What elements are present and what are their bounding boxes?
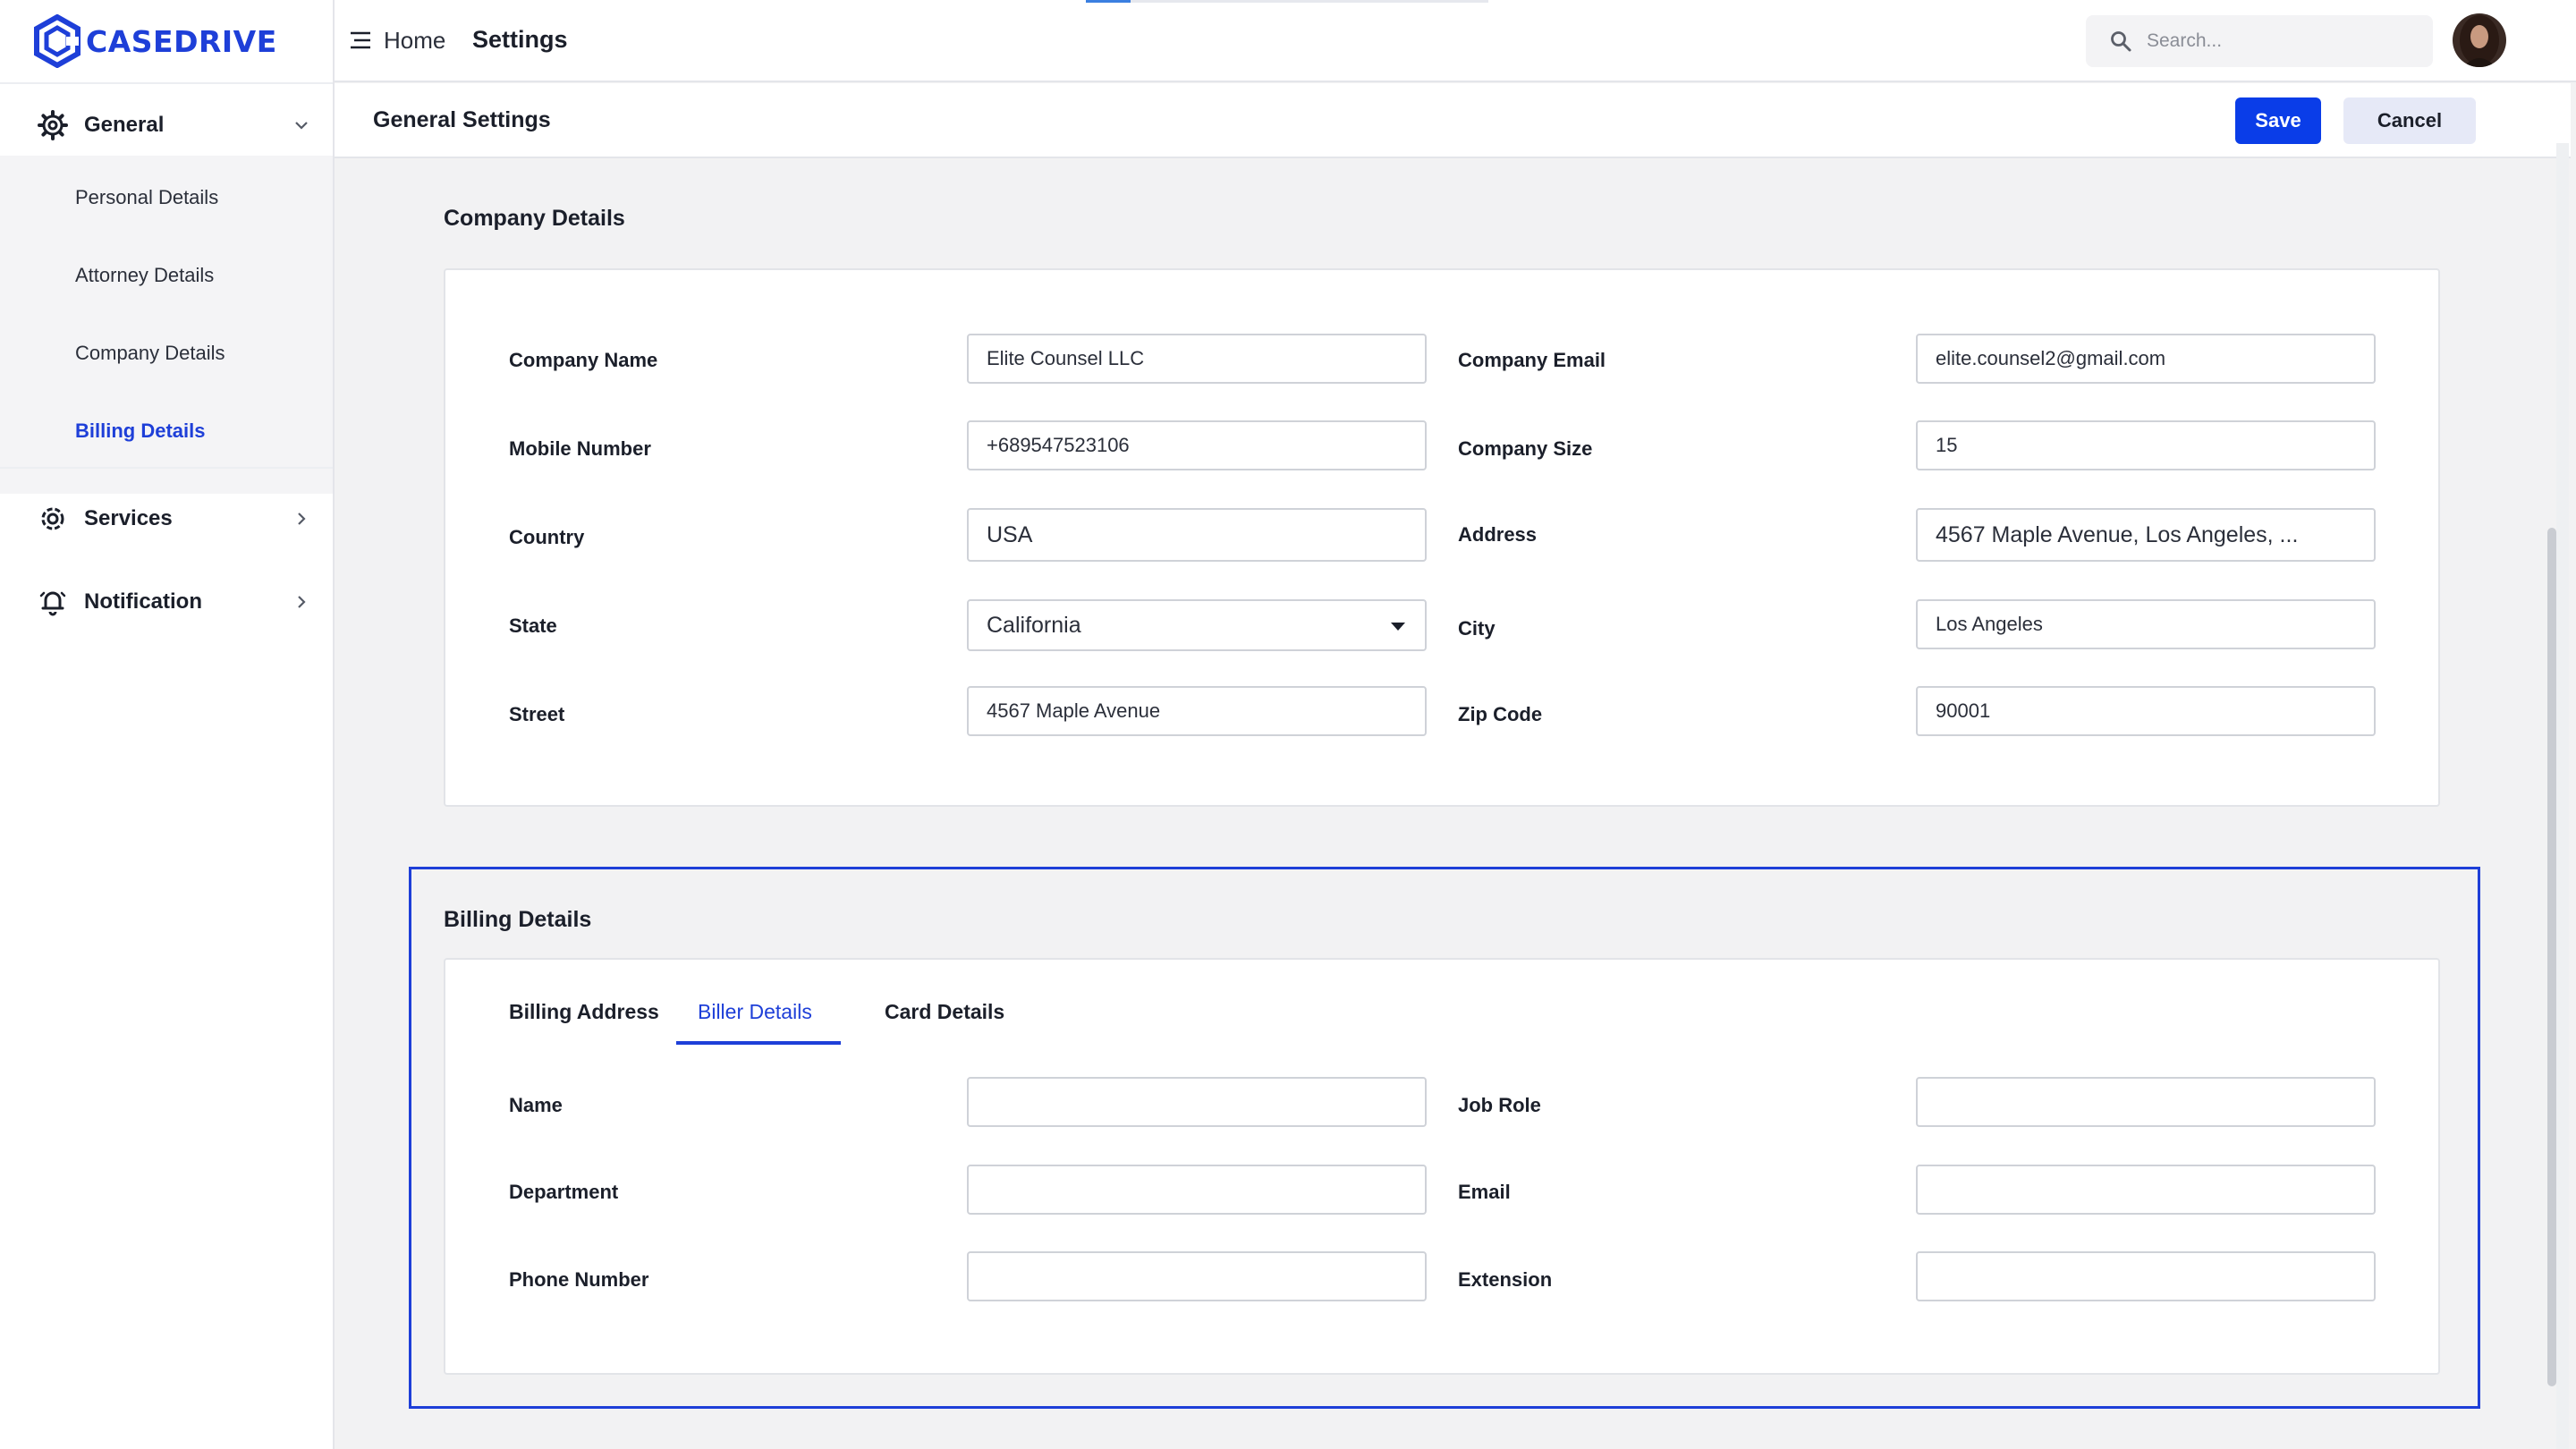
street-input[interactable] [967,686,1427,736]
sidebar-item-company-details[interactable]: Company Details [75,342,225,365]
tab-card-details[interactable]: Card Details [885,1000,1004,1024]
sidebar-section-label: Services [84,506,173,530]
phone-number-input[interactable] [967,1251,1427,1301]
chevron-down-icon[interactable] [292,115,311,135]
state-label: State [509,614,557,637]
country-label: Country [509,526,585,548]
company-details-title: Company Details [444,206,625,231]
caret-down-icon [1391,623,1405,631]
extension-label: Extension [1458,1268,1553,1291]
sidebar-item-attorney-details[interactable]: Attorney Details [75,264,214,287]
phone-number-label: Phone Number [509,1268,649,1291]
page-title: General Settings [373,107,551,132]
sidebar-section-label: General [84,113,165,137]
company-size-label: Company Size [1458,437,1593,460]
brand-name: CASEDRIVE [86,23,277,59]
chevron-right-icon[interactable] [292,509,311,529]
mobile-number-input[interactable] [967,420,1427,470]
breadcrumb-current: Settings [472,26,568,53]
zip-code-label: Zip Code [1458,703,1543,725]
company-email-input[interactable] [1916,334,2376,384]
chevron-right-icon[interactable] [292,592,311,612]
job-role-label: Job Role [1458,1094,1541,1116]
gear-icon [38,110,68,140]
address-input[interactable] [1916,508,2376,562]
general-submenu: Personal Details Attorney Details Compan… [0,156,333,494]
sidebar-item-billing-details[interactable]: Billing Details [75,419,205,443]
cancel-button[interactable]: Cancel [2343,97,2476,144]
company-email-label: Company Email [1458,349,1606,371]
city-label: City [1458,617,1496,640]
loading-progress-bar [1086,0,1488,3]
sidebar-section-services[interactable]: Services [0,481,333,556]
extension-input[interactable] [1916,1251,2376,1301]
breadcrumb-home-link[interactable]: Home [384,27,445,55]
avatar-portrait-icon [2453,13,2506,67]
active-tab-indicator [676,1041,841,1045]
billing-details-title: Billing Details [444,907,592,932]
country-input[interactable] [967,508,1427,562]
casedrive-logo-icon [34,14,80,68]
sidebar-item-personal-details[interactable]: Personal Details [75,186,218,209]
settings-cog-icon [41,507,64,530]
biller-name-input[interactable] [967,1077,1427,1127]
company-name-label: Company Name [509,349,658,371]
job-role-input[interactable] [1916,1077,2376,1127]
sidebar-section-notification[interactable]: Notification [0,564,333,640]
search-box[interactable] [2086,15,2433,67]
department-input[interactable] [967,1165,1427,1215]
scrollbar-thumb[interactable] [2547,528,2556,1386]
sidebar-divider [0,467,333,469]
zip-code-input[interactable] [1916,686,2376,736]
save-button[interactable]: Save [2235,97,2321,144]
tab-biller-details[interactable]: Biller Details [698,1000,812,1024]
loading-progress-fill [1086,0,1131,3]
user-avatar[interactable] [2453,13,2506,67]
biller-name-label: Name [509,1094,563,1116]
street-label: Street [509,703,565,725]
mobile-number-label: Mobile Number [509,437,651,460]
company-name-input[interactable] [967,334,1427,384]
sidebar-section-general[interactable]: General [0,88,333,163]
address-label: Address [1458,523,1538,546]
scrollbar-track[interactable] [2556,143,2569,1449]
state-select[interactable]: California [967,599,1427,651]
company-size-input[interactable] [1916,420,2376,470]
department-label: Department [509,1181,619,1203]
biller-email-label: Email [1458,1181,1511,1203]
search-input[interactable] [2145,15,2413,67]
brand-logo[interactable]: CASEDRIVE [34,14,277,68]
bell-icon [39,591,66,616]
sidebar-divider [0,82,333,84]
hamburger-menu-icon[interactable] [349,29,372,52]
search-icon [2111,31,2131,52]
sidebar-section-label: Notification [84,589,202,614]
tab-billing-address[interactable]: Billing Address [509,1000,659,1024]
biller-email-input[interactable] [1916,1165,2376,1215]
city-input[interactable] [1916,599,2376,649]
state-selected-value: California [987,612,1081,638]
